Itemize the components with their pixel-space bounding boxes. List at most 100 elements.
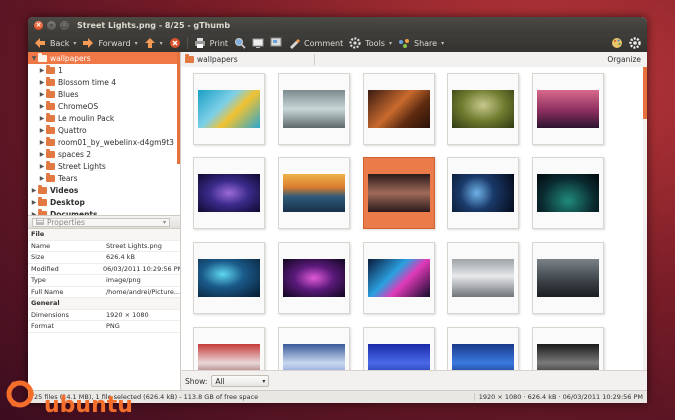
svg-text:.ru: .ru xyxy=(126,376,140,387)
properties-selector[interactable]: Properties ▾ xyxy=(32,217,170,227)
expander-right-icon[interactable]: ▶ xyxy=(38,103,46,110)
back-button[interactable]: Back ▾ xyxy=(34,37,76,49)
zoom-button[interactable] xyxy=(234,37,246,49)
share-dropdown-icon: ▾ xyxy=(441,39,445,47)
thumbnail[interactable] xyxy=(278,157,350,229)
thumbnail-image xyxy=(198,344,260,371)
tree-item[interactable]: ▶ Documents xyxy=(28,208,180,215)
main-toolbar: Back ▾ Forward ▾ ▾ Print Comment Tools ▾… xyxy=(28,34,647,52)
minimize-window-button[interactable]: – xyxy=(47,21,56,30)
thumbnail[interactable] xyxy=(363,73,435,145)
tree-item[interactable]: ▶ Le moulin Pack xyxy=(28,112,180,124)
tree-item[interactable]: ▶ Blues xyxy=(28,88,180,100)
expander-right-icon[interactable]: ▶ xyxy=(30,187,38,194)
forward-label: Forward xyxy=(98,38,131,48)
forward-button[interactable]: Forward ▾ xyxy=(82,37,138,49)
maximize-window-button[interactable]: □ xyxy=(60,21,69,30)
tree-item[interactable]: ▶ Quattro xyxy=(28,124,180,136)
slideshow-button[interactable] xyxy=(252,37,264,49)
share-label: Share xyxy=(413,38,438,48)
tree-scrollbar[interactable] xyxy=(177,52,180,164)
thumbnail-image xyxy=(452,344,514,371)
thumbnail[interactable] xyxy=(447,73,519,145)
thumbnail-image xyxy=(537,259,599,297)
thumbnail-image xyxy=(283,259,345,297)
expander-down-icon[interactable]: ▼ xyxy=(30,55,38,62)
up-button[interactable]: ▾ xyxy=(144,37,163,49)
property-value: image/png xyxy=(106,276,141,285)
left-pane: ▼ wallpapers ▶ 1 ▶ Blossom time 4 ▶ Blues ▶ Chrom… xyxy=(28,52,181,391)
thumbnail[interactable] xyxy=(532,327,604,371)
thumbnail[interactable] xyxy=(193,242,265,314)
tree-item-label: Blues xyxy=(58,89,79,99)
folder-icon xyxy=(38,52,47,62)
close-window-button[interactable]: × xyxy=(34,21,43,30)
organize-button[interactable]: Organize xyxy=(607,55,641,64)
properties-header: Properties ▾ xyxy=(28,215,180,229)
forward-dropdown-icon[interactable]: ▾ xyxy=(135,40,138,47)
tree-item[interactable]: ▶ room01_by_webelinx-d4gm9t3 xyxy=(28,136,180,148)
thumbnail[interactable] xyxy=(532,242,604,314)
location-folder-name[interactable]: wallpapers xyxy=(197,55,238,64)
thumbnail[interactable] xyxy=(193,73,265,145)
tree-item[interactable]: ▼ wallpapers xyxy=(28,52,180,64)
thumbnail[interactable] xyxy=(363,157,435,229)
tree-item-label: 1 xyxy=(58,65,63,75)
myubuntu-logo: MY ubuntu .ru xyxy=(6,374,140,416)
thumbnail[interactable] xyxy=(278,327,350,371)
thumbnail[interactable] xyxy=(532,73,604,145)
thumbnail[interactable] xyxy=(363,242,435,314)
tree-item[interactable]: ▶ Videos xyxy=(28,184,180,196)
thumbnail-image xyxy=(198,174,260,212)
property-value: PNG xyxy=(106,322,120,331)
tree-item[interactable]: ▶ Desktop xyxy=(28,196,180,208)
tree-item[interactable]: ▶ ChromeOS xyxy=(28,100,180,112)
expander-right-icon[interactable]: ▶ xyxy=(38,139,46,146)
tree-item[interactable]: ▶ 1 xyxy=(28,64,180,76)
back-dropdown-icon[interactable]: ▾ xyxy=(73,40,76,47)
expander-right-icon[interactable]: ▶ xyxy=(38,79,46,86)
tree-item[interactable]: ▶ spaces 2 xyxy=(28,148,180,160)
thumbnail[interactable] xyxy=(193,327,265,371)
up-dropdown-icon[interactable]: ▾ xyxy=(160,40,163,47)
expander-right-icon[interactable]: ▶ xyxy=(38,163,46,170)
share-button[interactable]: Share ▾ xyxy=(398,37,444,49)
expander-right-icon[interactable]: ▶ xyxy=(38,91,46,98)
fullscreen-button[interactable] xyxy=(270,37,282,49)
print-button[interactable]: Print xyxy=(194,37,228,49)
tree-item-label: Videos xyxy=(50,185,79,195)
tools-button[interactable]: Tools ▾ xyxy=(349,37,392,49)
expander-right-icon[interactable]: ▶ xyxy=(30,211,38,216)
thumbnail[interactable] xyxy=(447,157,519,229)
property-row: Size 626.4 kB xyxy=(28,252,180,264)
thumbnail[interactable] xyxy=(532,157,604,229)
folder-icon xyxy=(46,112,55,122)
thumbnail[interactable] xyxy=(363,327,435,371)
expander-right-icon[interactable]: ▶ xyxy=(38,67,46,74)
comment-button[interactable]: Comment xyxy=(288,37,343,49)
forward-arrow-icon xyxy=(82,37,94,49)
expander-right-icon[interactable]: ▶ xyxy=(38,175,46,182)
edit-image-button[interactable] xyxy=(611,37,623,49)
thumbnail[interactable] xyxy=(278,73,350,145)
tree-item[interactable]: ▶ Blossom time 4 xyxy=(28,76,180,88)
show-filter-select[interactable]: All ▾ xyxy=(211,375,270,387)
tree-item[interactable]: ▶ Tears xyxy=(28,172,180,184)
title-bar[interactable]: × – □ Street Lights.png - 8/25 - gThumb xyxy=(28,17,647,34)
thumbnail-scrollbar[interactable] xyxy=(643,67,647,119)
thumbnail[interactable] xyxy=(193,157,265,229)
preferences-button[interactable] xyxy=(629,37,641,49)
tree-item-label: Desktop xyxy=(50,197,85,207)
property-key: Type xyxy=(31,276,46,285)
expander-right-icon[interactable]: ▶ xyxy=(38,151,46,158)
stop-button[interactable] xyxy=(169,37,181,49)
thumbnail[interactable] xyxy=(447,242,519,314)
expander-right-icon[interactable]: ▶ xyxy=(30,199,38,206)
expander-right-icon[interactable]: ▶ xyxy=(38,127,46,134)
share-icon xyxy=(398,37,410,49)
thumbnail[interactable] xyxy=(447,327,519,371)
expander-right-icon[interactable]: ▶ xyxy=(38,115,46,122)
tree-item[interactable]: ▶ Street Lights xyxy=(28,160,180,172)
tree-item-label: Street Lights xyxy=(58,161,106,171)
thumbnail[interactable] xyxy=(278,242,350,314)
